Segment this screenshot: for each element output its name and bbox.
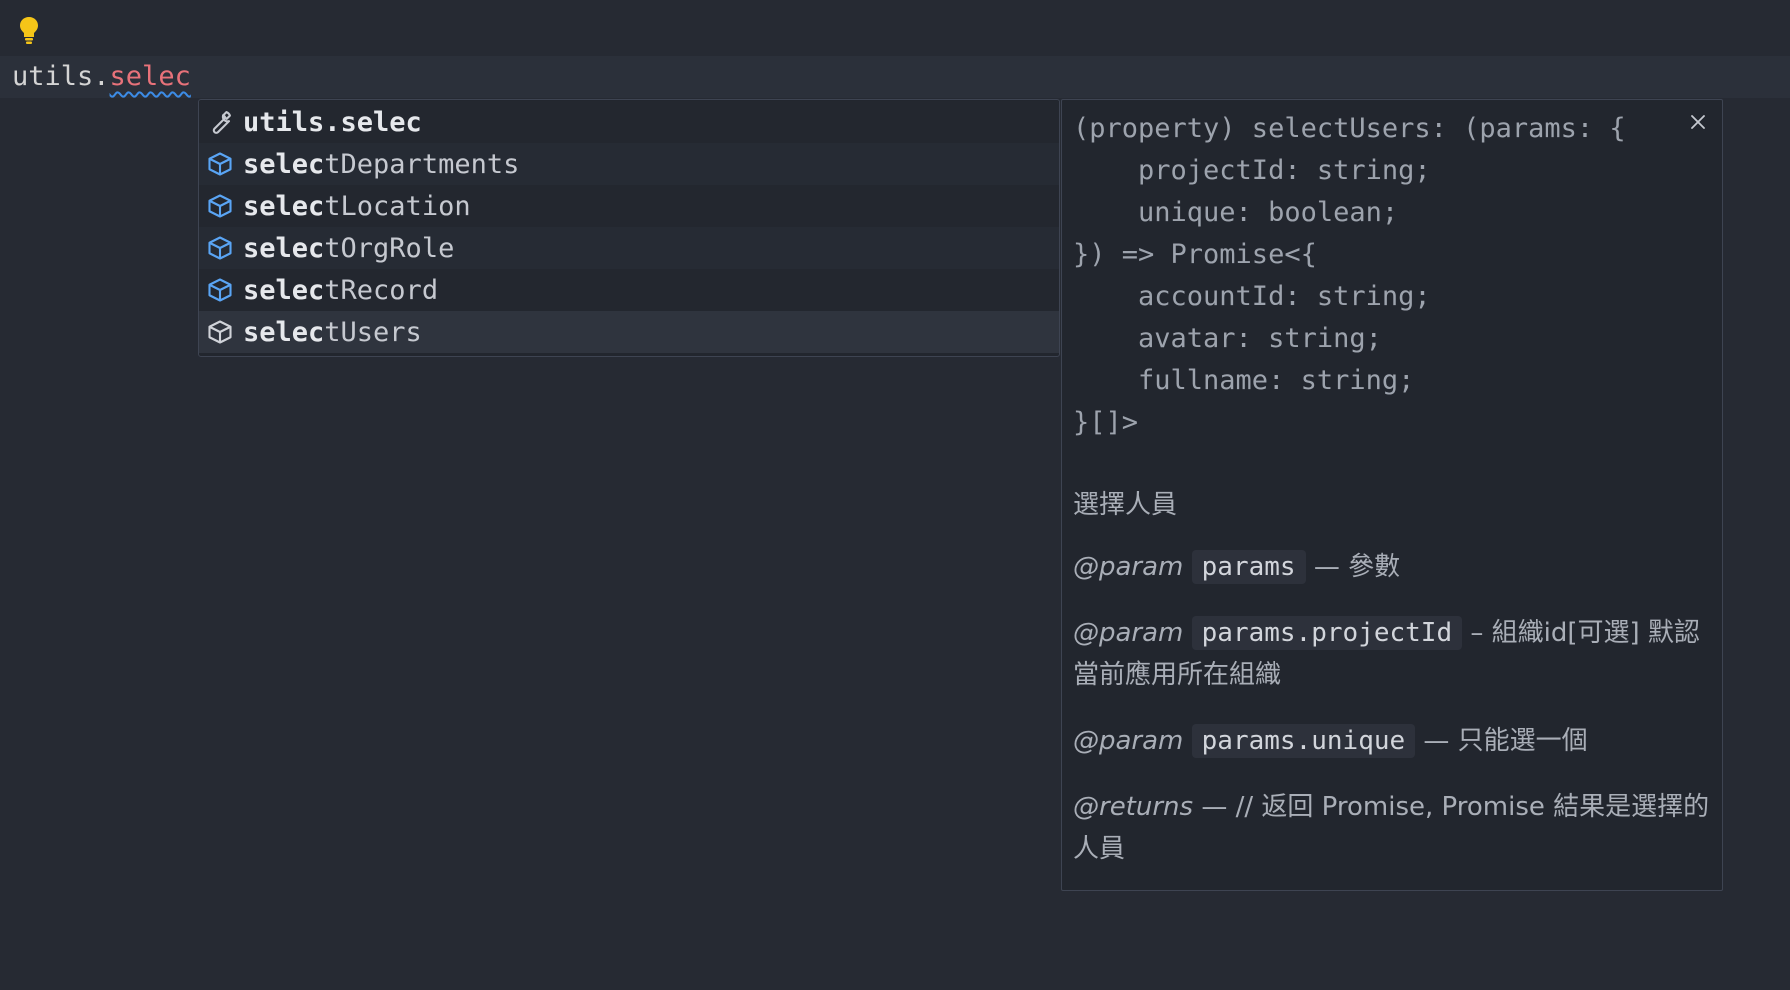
param-name: params.projectId: [1191, 616, 1463, 650]
wrench-icon: [205, 107, 235, 137]
current-line-highlight: [0, 56, 1790, 98]
suggestion-item-selected[interactable]: selec tUsers: [199, 311, 1059, 353]
suggestion-item[interactable]: utils.selec: [199, 101, 1059, 143]
cube-outline-icon: [205, 317, 235, 347]
close-icon: [1688, 112, 1708, 136]
param-text: — 參數: [1305, 552, 1401, 582]
signature-line: accountId: string;: [1073, 281, 1431, 312]
cube-icon: [205, 149, 235, 179]
suggestion-rest: tDepartments: [324, 148, 520, 180]
suggestion-details-panel[interactable]: (property) selectUsers: (params: { proje…: [1061, 99, 1723, 891]
doc-param: @param params.unique — 只能選一個: [1073, 720, 1713, 762]
signature-line: }) => Promise<{: [1073, 239, 1317, 270]
signature-line: fullname: string;: [1073, 365, 1415, 396]
code-error-token: selec: [109, 61, 191, 92]
signature-line: }[]>: [1073, 407, 1139, 438]
type-signature: (property) selectUsers: (params: { proje…: [1073, 108, 1626, 444]
close-details-button[interactable]: [1686, 112, 1710, 136]
suggestion-item[interactable]: selec tDepartments: [199, 143, 1059, 185]
doc-param: @param params.projectId – 組織id[可選] 默認當前應…: [1073, 612, 1713, 696]
doc-returns: @returns — // 返回 Promise, Promise 結果是選擇的…: [1073, 786, 1713, 870]
lightbulb-icon[interactable]: [18, 15, 40, 45]
suggestion-rest: tLocation: [324, 190, 471, 222]
doc-description: 選擇人員: [1073, 490, 1178, 520]
suggestion-item[interactable]: selec tRecord: [199, 269, 1059, 311]
signature-line: unique: boolean;: [1073, 197, 1399, 228]
suggestion-rest: tUsers: [324, 316, 422, 348]
signature-line: (property) selectUsers: (params: {: [1073, 113, 1626, 144]
cube-icon: [205, 233, 235, 263]
cube-icon: [205, 191, 235, 221]
suggestion-rest: tRecord: [324, 274, 439, 306]
returns-tag: @returns: [1073, 792, 1194, 822]
code-prefix: utils.: [12, 61, 110, 92]
param-name: params: [1191, 550, 1306, 584]
param-tag: @param: [1073, 726, 1184, 756]
suggestion-match: selec: [243, 316, 325, 348]
param-name: params.unique: [1191, 724, 1416, 758]
documentation: 選擇人員 @param params — 參數 @param params.pr…: [1073, 484, 1713, 870]
doc-param: @param params — 參數: [1073, 546, 1713, 588]
signature-line: avatar: string;: [1073, 323, 1382, 354]
suggestion-match: selec: [243, 274, 325, 306]
signature-line: projectId: string;: [1073, 155, 1431, 186]
param-tag: @param: [1073, 552, 1184, 582]
suggestion-match: selec: [243, 190, 325, 222]
suggestion-list[interactable]: utils.selec selec tDepartments selec tLoca…: [198, 99, 1060, 357]
editor-code-line[interactable]: utils.selec: [12, 58, 191, 96]
cube-icon: [205, 275, 235, 305]
suggestion-match: utils.selec: [243, 106, 422, 138]
param-tag: @param: [1073, 618, 1184, 648]
suggestion-item[interactable]: selec tLocation: [199, 185, 1059, 227]
suggestion-item[interactable]: selec tOrgRole: [199, 227, 1059, 269]
param-text: — 只能選一個: [1415, 726, 1588, 756]
suggestion-match: selec: [243, 232, 325, 264]
suggestion-rest: tOrgRole: [324, 232, 455, 264]
suggestion-match: selec: [243, 148, 325, 180]
